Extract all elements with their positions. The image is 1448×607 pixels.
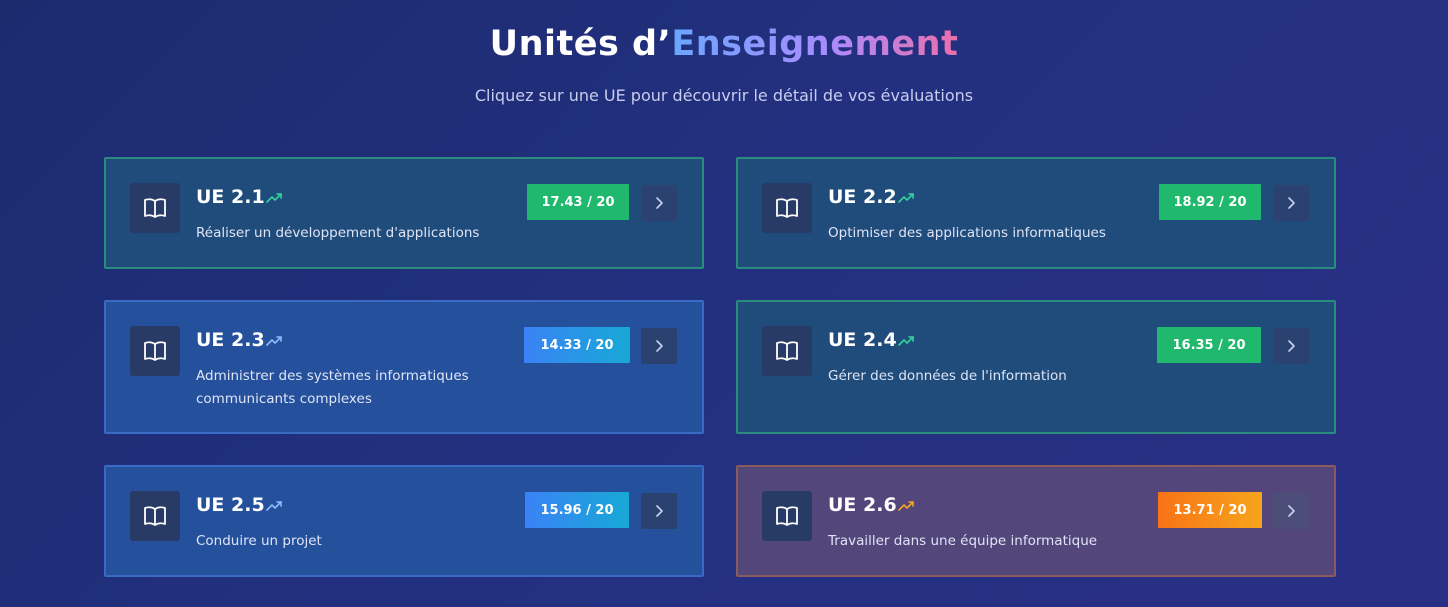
ue-card[interactable]: UE 2.1 Réaliser un développement d'appli… bbox=[104, 157, 704, 269]
ue-card[interactable]: UE 2.2 Optimiser des applications inform… bbox=[736, 157, 1336, 269]
chevron-right-icon[interactable] bbox=[641, 328, 677, 364]
ue-code: UE 2.5 bbox=[196, 494, 265, 516]
chevron-right-icon[interactable] bbox=[1273, 493, 1309, 529]
grade-badge: 14.33 / 20 bbox=[524, 327, 630, 363]
page-title: Unités d’Enseignement bbox=[0, 24, 1448, 64]
book-icon bbox=[130, 491, 180, 541]
ue-title: Travailler dans une équipe informatique bbox=[828, 533, 1098, 549]
grade-badge: 15.96 / 20 bbox=[525, 492, 629, 528]
ue-code: UE 2.1 bbox=[196, 186, 265, 208]
grade-badge: 17.43 / 20 bbox=[527, 184, 629, 220]
trend-up-icon bbox=[266, 189, 282, 208]
book-icon bbox=[130, 183, 180, 233]
ue-code: UE 2.6 bbox=[828, 494, 897, 516]
ue-title: Optimiser des applications informatiques bbox=[828, 225, 1106, 241]
ue-title: Conduire un projet bbox=[196, 533, 322, 549]
trend-up-icon bbox=[898, 332, 914, 351]
book-icon bbox=[762, 183, 812, 233]
book-icon bbox=[130, 326, 180, 376]
page-subtitle: Cliquez sur une UE pour découvrir le dét… bbox=[474, 86, 974, 105]
trend-up-icon bbox=[266, 497, 282, 516]
ue-title: Administrer des systèmes informatiques c… bbox=[196, 368, 469, 407]
grade-badge: 16.35 / 20 bbox=[1157, 327, 1261, 363]
ue-code: UE 2.3 bbox=[196, 329, 265, 351]
chevron-right-icon[interactable] bbox=[1273, 185, 1309, 221]
chevron-right-icon[interactable] bbox=[641, 493, 677, 529]
chevron-right-icon[interactable] bbox=[641, 185, 677, 221]
ue-title: Gérer des données de l'information bbox=[828, 368, 1067, 384]
grade-badge: 13.71 / 20 bbox=[1158, 492, 1262, 528]
grade-badge: 18.92 / 20 bbox=[1159, 184, 1261, 220]
page-title-highlight: Enseignement bbox=[671, 24, 959, 64]
book-icon bbox=[762, 491, 812, 541]
ue-code: UE 2.4 bbox=[828, 329, 897, 351]
ue-card[interactable]: UE 2.4 Gérer des données de l'informatio… bbox=[736, 300, 1336, 434]
page-title-prefix: Unités d’ bbox=[489, 24, 672, 64]
book-icon bbox=[762, 326, 812, 376]
trend-up-icon bbox=[898, 497, 914, 516]
trend-up-icon bbox=[898, 189, 914, 208]
ue-card[interactable]: UE 2.6 Travailler dans une équipe inform… bbox=[736, 465, 1336, 577]
trend-up-icon bbox=[266, 332, 282, 351]
ue-card[interactable]: UE 2.3 Administrer des systèmes informat… bbox=[104, 300, 704, 434]
ue-card[interactable]: UE 2.5 Conduire un projet 15.96 / 20 bbox=[104, 465, 704, 577]
chevron-right-icon[interactable] bbox=[1273, 328, 1309, 364]
ue-code: UE 2.2 bbox=[828, 186, 897, 208]
ue-title: Réaliser un développement d'applications bbox=[196, 225, 480, 241]
